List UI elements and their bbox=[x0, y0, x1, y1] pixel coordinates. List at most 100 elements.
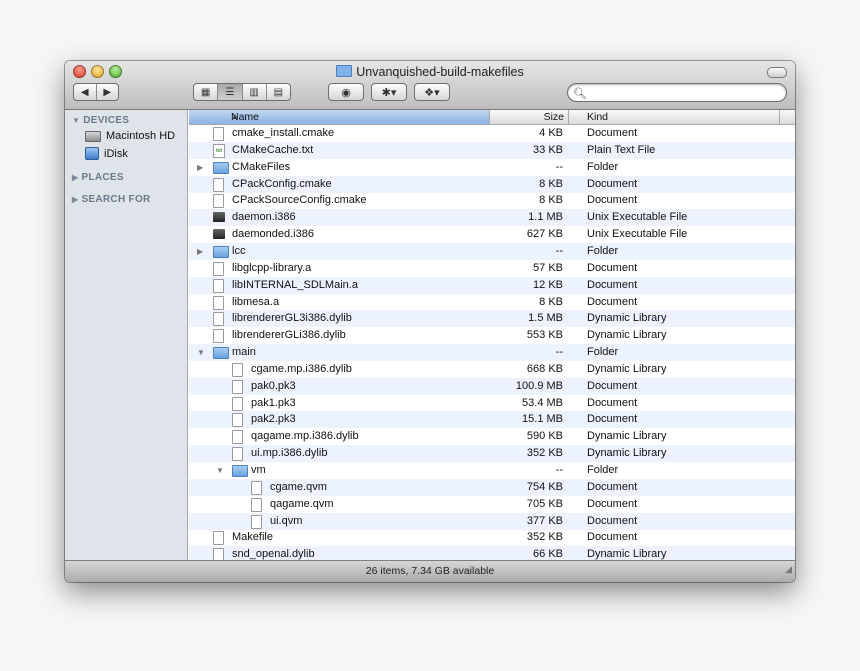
dropbox-menu-button[interactable]: ❖▾ bbox=[414, 83, 450, 101]
file-kind: Document bbox=[587, 127, 638, 139]
table-row[interactable]: qagame.mp.i386.dylib 590 KB Dynamic Librar… bbox=[189, 428, 795, 445]
file-name: CMakeFiles bbox=[232, 160, 291, 173]
document-icon bbox=[251, 480, 262, 495]
sidebar-item-macintosh-hd[interactable]: Macintosh HD bbox=[85, 130, 175, 142]
sidebar-item-label: Macintosh HD bbox=[106, 130, 176, 142]
window-title: Unvanquished-build-makefiles bbox=[65, 64, 795, 80]
file-kind: Folder bbox=[587, 346, 619, 359]
column-header-name[interactable]: Name ▲ bbox=[189, 110, 490, 124]
disclosure-closed-icon: ▶ bbox=[72, 173, 79, 182]
sidebar-heading-devices: DEVICES bbox=[83, 115, 130, 126]
table-row[interactable]: CPackConfig.cmake 8 KB Document bbox=[189, 175, 795, 193]
table-row[interactable]: libmesa.a 8 KB Document bbox=[189, 294, 795, 311]
table-row[interactable]: ▼ main -- Folder bbox=[189, 344, 795, 362]
file-name: libglcpp-library.a bbox=[232, 261, 312, 274]
file-name: libmesa.a bbox=[232, 295, 280, 308]
window-title-text: Unvanquished-build-makefiles bbox=[356, 65, 524, 79]
sidebar-section-places[interactable]: ▶ PLACES bbox=[72, 172, 124, 183]
document-icon bbox=[213, 548, 224, 560]
file-kind: Folder bbox=[587, 244, 619, 257]
document-icon bbox=[232, 396, 243, 411]
disclosure-closed-icon[interactable]: ▶ bbox=[197, 159, 203, 176]
table-row[interactable]: daemon.i386 1.1 MB Unix Executable File bbox=[189, 209, 795, 227]
file-name: snd_openal.dylib bbox=[232, 548, 315, 560]
disclosure-open-icon[interactable]: ▼ bbox=[216, 462, 224, 479]
table-row[interactable]: snd_openal.dylib 66 KB Dynamic Library bbox=[189, 546, 795, 560]
file-kind: Unix Executable File bbox=[587, 228, 688, 241]
table-row[interactable]: cgame.mp.i386.dylib 668 KB Dynamic Library bbox=[189, 361, 795, 378]
table-row[interactable]: cgame.qvm 754 KB Document bbox=[189, 478, 795, 496]
file-name: cgame.mp.i386.dylib bbox=[251, 362, 352, 375]
icon-view-button[interactable]: ▦ bbox=[194, 84, 217, 100]
table-row[interactable]: libINTERNAL_SDLMain.a 12 KB Document bbox=[189, 276, 795, 294]
table-row[interactable]: librendererGLi386.dylib 553 KB Dynamic Lib… bbox=[189, 327, 795, 344]
disclosure-closed-icon[interactable]: ▶ bbox=[197, 243, 203, 260]
column-header-kind[interactable]: Kind bbox=[587, 110, 608, 124]
table-row[interactable]: pak0.pk3 100.9 MB Document bbox=[189, 377, 795, 395]
table-row[interactable]: Makefile 352 KB Document bbox=[189, 529, 795, 546]
back-button[interactable]: ◀ bbox=[74, 84, 96, 100]
forward-button[interactable]: ▶ bbox=[95, 84, 119, 100]
table-row[interactable]: ui.qvm 377 KB Document bbox=[189, 512, 795, 530]
file-name: ui.qvm bbox=[270, 514, 303, 527]
table-row[interactable]: txt CMakeCache.txt 33 KB Plain Text File bbox=[189, 141, 795, 159]
toolbar: Unvanquished-build-makefiles ◀ ▶ ▦ ☰ ▥ ▤… bbox=[65, 61, 795, 110]
table-row[interactable]: qagame.qvm 705 KB Document bbox=[189, 496, 795, 513]
table-row[interactable]: cmake_install.cmake 4 KB Document bbox=[189, 125, 795, 142]
file-name: ui.mp.i386.dylib bbox=[251, 447, 328, 460]
table-row[interactable]: librendererGL3i386.dylib 1.5 MB Dynamic Li… bbox=[189, 310, 795, 328]
document-icon bbox=[213, 295, 224, 310]
table-row[interactable]: pak1.pk3 53.4 MB Document bbox=[189, 395, 795, 412]
column-view-button[interactable]: ▥ bbox=[241, 84, 266, 100]
column-header-size[interactable]: Size bbox=[490, 110, 569, 124]
list-view-button[interactable]: ☰ bbox=[217, 84, 242, 100]
column-header-size-label: Size bbox=[543, 111, 564, 123]
file-size: 668 KB bbox=[526, 362, 563, 375]
file-size: 1.1 MB bbox=[528, 211, 563, 224]
file-size: 8 KB bbox=[539, 177, 563, 190]
quicklook-button[interactable]: ◉ bbox=[328, 83, 364, 101]
file-name: pak2.pk3 bbox=[251, 413, 296, 426]
toolbar-toggle-button[interactable] bbox=[767, 67, 787, 78]
file-kind: Document bbox=[587, 379, 638, 392]
file-kind: Document bbox=[587, 194, 638, 207]
table-row[interactable]: ▼ vm -- Folder bbox=[189, 462, 795, 479]
file-size: 100.9 MB bbox=[515, 379, 563, 392]
disclosure-open-icon[interactable]: ▼ bbox=[197, 344, 205, 361]
column-divider bbox=[779, 110, 780, 124]
document-icon bbox=[213, 329, 224, 344]
sidebar-section-search-for[interactable]: ▶ SEARCH FOR bbox=[72, 194, 151, 205]
coverflow-view-button[interactable]: ▤ bbox=[265, 84, 290, 100]
file-size: 590 KB bbox=[526, 430, 563, 443]
file-size: -- bbox=[555, 464, 563, 476]
action-menu-button[interactable]: ✱▾ bbox=[371, 83, 407, 101]
search-input[interactable] bbox=[586, 85, 780, 101]
sidebar-item-idisk[interactable]: iDisk bbox=[85, 147, 128, 160]
file-size: 352 KB bbox=[526, 531, 563, 544]
folder-icon bbox=[213, 347, 229, 360]
table-row[interactable]: libglcpp-library.a 57 KB Document bbox=[189, 260, 795, 277]
file-kind: Document bbox=[587, 177, 638, 190]
file-kind: Document bbox=[587, 497, 638, 510]
document-icon bbox=[213, 127, 224, 141]
search-field[interactable]: 🔍︎ bbox=[567, 83, 787, 102]
file-size: -- bbox=[555, 244, 563, 257]
table-row[interactable]: ui.mp.i386.dylib 352 KB Dynamic Library bbox=[189, 445, 795, 463]
table-row[interactable]: daemonded.i386 627 KB Unix Executable File bbox=[189, 226, 795, 243]
folder-icon bbox=[213, 161, 229, 174]
resize-grip-icon[interactable]: ◢ bbox=[785, 559, 792, 580]
document-icon bbox=[251, 514, 262, 529]
file-size: -- bbox=[555, 346, 563, 359]
table-row[interactable]: ▶ lcc -- Folder bbox=[189, 242, 795, 260]
document-icon bbox=[213, 177, 224, 192]
table-row[interactable]: pak2.pk3 15.1 MB Document bbox=[189, 411, 795, 429]
table-row[interactable]: ▶ CMakeFiles -- Folder bbox=[189, 159, 795, 176]
file-size: 33 KB bbox=[533, 143, 563, 156]
document-icon bbox=[213, 261, 224, 276]
table-row[interactable]: CPackSourceConfig.cmake 8 KB Document bbox=[189, 192, 795, 209]
back-forward-control: ◀ ▶ bbox=[73, 83, 119, 101]
dropbox-icon: ❖▾ bbox=[424, 86, 440, 99]
file-kind: Dynamic Library bbox=[587, 447, 667, 460]
sidebar-section-devices[interactable]: ▼ DEVICES bbox=[72, 115, 129, 126]
file-kind: Document bbox=[587, 261, 638, 274]
